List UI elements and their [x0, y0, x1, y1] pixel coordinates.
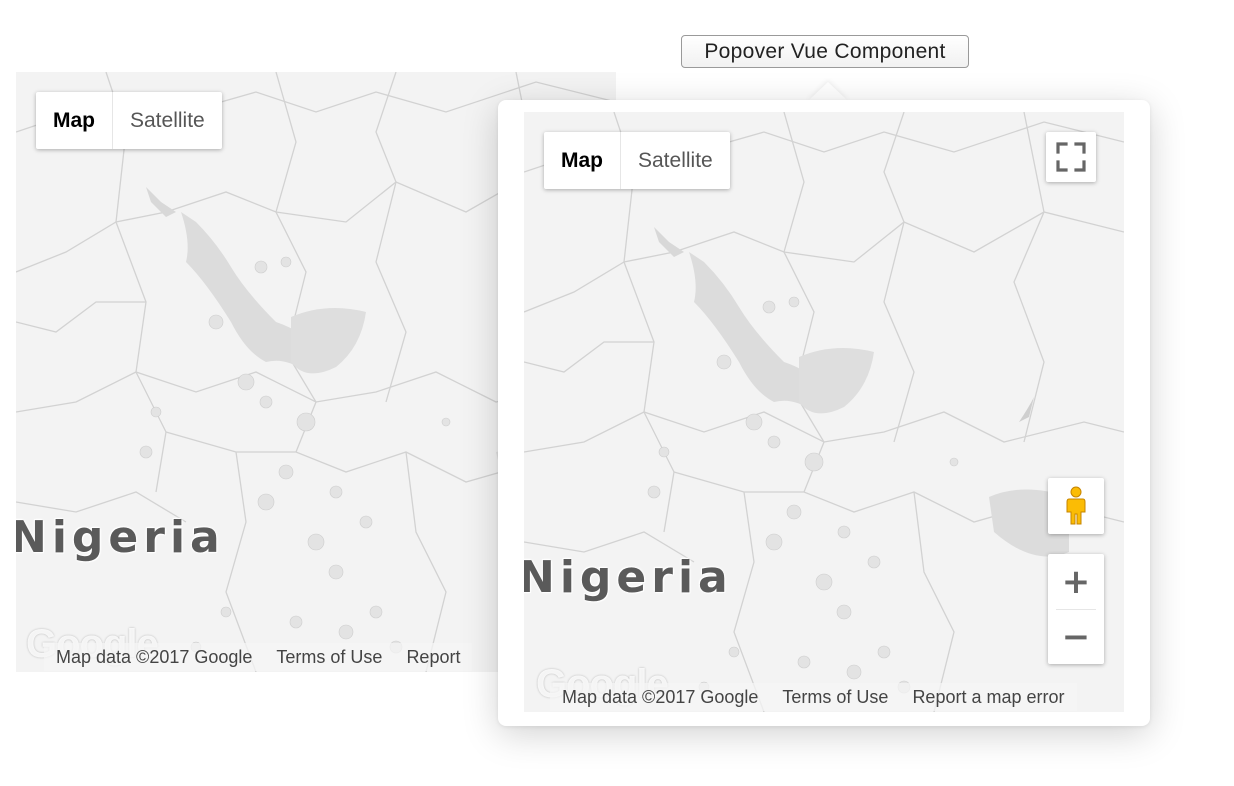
- map-attribution: Map data ©2017 Google Terms of Use Repor…: [550, 683, 1077, 711]
- fullscreen-icon: [1056, 142, 1086, 172]
- map-type-satellite-button[interactable]: Satellite: [621, 132, 730, 189]
- popover-map[interactable]: Map Satellite Nigeria + − Google Map dat…: [524, 112, 1124, 712]
- map-type-control: Map Satellite: [36, 92, 222, 149]
- map-data-text: Map data ©2017 Google: [562, 686, 759, 707]
- terms-of-use-link[interactable]: Terms of Use: [264, 647, 394, 668]
- map-type-map-button[interactable]: Map: [36, 92, 113, 149]
- map-attribution: Map data ©2017 Google Terms of Use Repor…: [44, 643, 473, 671]
- terms-of-use-link[interactable]: Terms of Use: [770, 687, 900, 708]
- street-view-pegman-button[interactable]: [1048, 478, 1104, 534]
- report-map-error-link[interactable]: Report: [394, 647, 472, 668]
- zoom-divider: [1056, 609, 1096, 610]
- fullscreen-button[interactable]: [1046, 132, 1096, 182]
- report-map-error-link[interactable]: Report a map error: [900, 687, 1076, 708]
- zoom-out-button[interactable]: −: [1048, 609, 1104, 664]
- zoom-control: + −: [1048, 554, 1104, 664]
- country-label: Nigeria: [524, 552, 733, 603]
- map-type-control: Map Satellite: [544, 132, 730, 189]
- map-data-text: Map data ©2017 Google: [56, 646, 253, 667]
- popover-trigger-button[interactable]: Popover Vue Component: [681, 35, 969, 68]
- popover-arrow: [808, 82, 848, 101]
- map-type-satellite-button[interactable]: Satellite: [113, 92, 222, 149]
- map-terrain: [524, 112, 1124, 712]
- country-label: Nigeria: [16, 512, 225, 563]
- pegman-icon: [1066, 486, 1086, 525]
- map-type-map-button[interactable]: Map: [544, 132, 621, 189]
- zoom-in-button[interactable]: +: [1048, 554, 1104, 609]
